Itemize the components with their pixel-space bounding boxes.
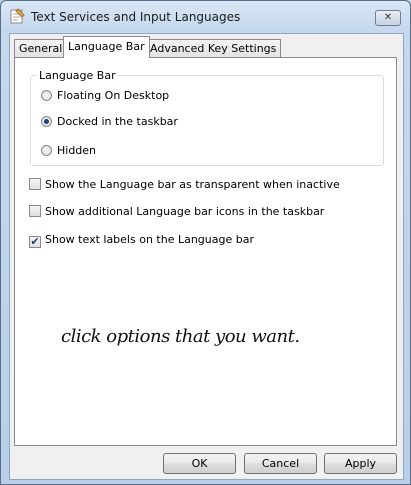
checkbox-box[interactable] [29, 178, 41, 190]
dialog-body: General Language Bar Advanced Key Settin… [9, 33, 404, 480]
groupbox-legend: Language Bar [37, 69, 118, 82]
close-button[interactable]: ✕ [375, 10, 401, 26]
dialog-window: Text Services and Input Languages ✕ Gene… [0, 0, 411, 485]
radio-label: Docked in the taskbar [57, 115, 178, 128]
keyboard-notepad-icon [10, 8, 25, 24]
checkbox-label: Show text labels on the Language bar [45, 233, 254, 246]
window-title: Text Services and Input Languages [31, 10, 241, 24]
ok-button[interactable]: OK [163, 453, 236, 474]
radio-label: Hidden [57, 144, 97, 157]
radio-hidden[interactable]: Hidden [41, 144, 96, 158]
radio-label: Floating On Desktop [57, 89, 170, 102]
tab-language-bar[interactable]: Language Bar [63, 36, 150, 58]
title-bar[interactable]: Text Services and Input Languages ✕ [1, 1, 410, 33]
checkbox-label: Show additional Language bar icons in th… [45, 205, 325, 218]
radio-floating-on-desktop[interactable]: Floating On Desktop [41, 89, 169, 103]
check-icon: ✔ [30, 235, 40, 248]
checkbox-additional-icons[interactable]: Show additional Language bar icons in th… [29, 205, 324, 219]
checkbox-label: Show the Language bar as transparent whe… [45, 178, 340, 191]
tab-language-bar-label: Language Bar [68, 40, 145, 53]
tab-general[interactable]: General [14, 39, 68, 57]
checkbox-show-text-labels[interactable]: ✔ Show text labels on the Language bar [29, 233, 254, 248]
apply-button[interactable]: Apply [324, 453, 397, 474]
tab-advanced-key-settings-label: Advanced Key Settings [150, 42, 277, 55]
checkbox-transparent-when-inactive[interactable]: Show the Language bar as transparent whe… [29, 178, 340, 192]
tab-advanced-key-settings[interactable]: Advanced Key Settings [145, 39, 282, 57]
cancel-button[interactable]: Cancel [244, 453, 317, 474]
handwritten-annotation: click options that you want. [61, 326, 300, 347]
language-bar-panel: Language Bar Floating On Desktop Docked … [14, 57, 397, 446]
checkbox-box-checked[interactable]: ✔ [29, 236, 41, 248]
radio-button[interactable] [41, 90, 52, 101]
close-icon: ✕ [383, 12, 393, 23]
radio-button[interactable] [41, 145, 52, 156]
tab-general-label: General [19, 42, 63, 55]
language-bar-groupbox: Language Bar Floating On Desktop Docked … [30, 69, 384, 166]
radio-button-selected[interactable] [41, 116, 52, 127]
radio-docked-in-taskbar[interactable]: Docked in the taskbar [41, 115, 178, 129]
checkbox-box[interactable] [29, 205, 41, 217]
